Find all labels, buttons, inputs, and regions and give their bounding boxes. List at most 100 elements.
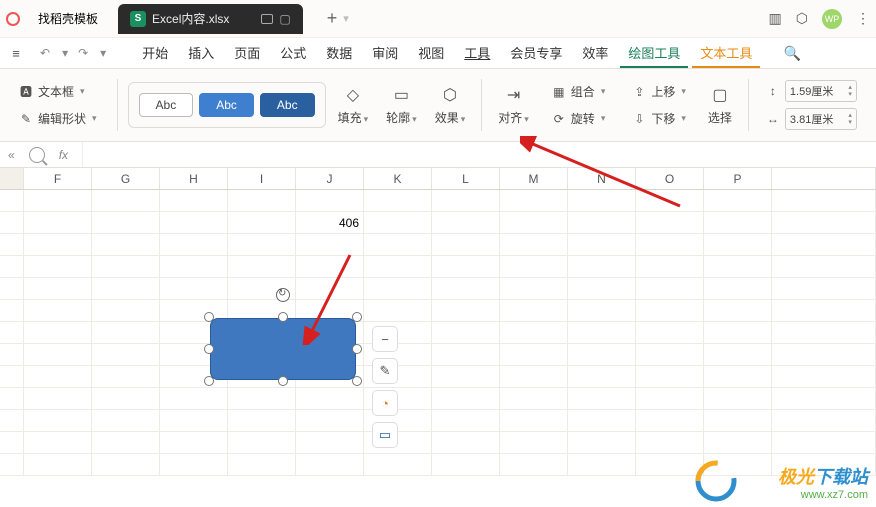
menu-data[interactable]: 数据 <box>318 39 360 68</box>
col-F[interactable]: F <box>24 168 92 189</box>
menu-page[interactable]: 页面 <box>226 39 268 68</box>
width-value: 3.81厘米 <box>790 111 833 127</box>
align-button[interactable]: ⇥ 对齐▾ <box>492 83 535 128</box>
select-button[interactable]: ▢ 选择 <box>702 83 738 128</box>
fill-button[interactable]: ◇ 填充▾ <box>332 83 375 128</box>
chevron-down-icon: ▾ <box>92 113 97 124</box>
resize-handle-n[interactable] <box>278 312 288 322</box>
shape-mini-toolbar: − ✎ ◔ ▭ <box>372 326 398 448</box>
redo-button[interactable]: ↷ <box>74 46 92 60</box>
col-L[interactable]: L <box>432 168 500 189</box>
tab-label: 找稻壳模板 <box>38 10 98 27</box>
move-up-button[interactable]: ⇪ 上移▾ <box>627 81 690 102</box>
col-H[interactable]: H <box>160 168 228 189</box>
resize-handle-w[interactable] <box>204 344 214 354</box>
formula-input[interactable] <box>82 142 868 167</box>
menubar: ≡ ↶▾ ↷▾ 开始 插入 页面 公式 数据 审阅 视图 工具 会员专享 效率 … <box>0 38 876 68</box>
outline-label: 轮廓 <box>386 111 410 125</box>
menu-text-tools[interactable]: 文本工具 <box>692 39 760 68</box>
col-P[interactable]: P <box>704 168 772 189</box>
height-value: 1.59厘米 <box>790 83 833 99</box>
tab-document[interactable]: S Excel内容.xlsx ▢ <box>118 4 303 34</box>
edit-shape-button[interactable]: ✎ 编辑形状 ▾ <box>14 108 101 129</box>
col-K[interactable]: K <box>364 168 432 189</box>
rounded-rectangle-shape[interactable] <box>210 318 356 380</box>
menu-review[interactable]: 审阅 <box>364 39 406 68</box>
menu-efficiency[interactable]: 效率 <box>574 39 616 68</box>
shape-style-gallery[interactable]: Abc Abc Abc <box>128 82 326 128</box>
panel-icon[interactable]: ▥ <box>769 10 782 27</box>
mini-fill-button[interactable]: ◔ <box>372 390 398 416</box>
col-N[interactable]: N <box>568 168 636 189</box>
resize-handle-ne[interactable] <box>352 312 362 322</box>
menu-tabs: 开始 插入 页面 公式 数据 审阅 视图 工具 会员专享 效率 绘图工具 文本工… <box>134 39 760 68</box>
move-down-label: 下移 <box>651 110 675 127</box>
spreadsheet-icon: S <box>130 11 146 27</box>
resize-handle-e[interactable] <box>352 344 362 354</box>
align-icon: ⇥ <box>504 85 524 105</box>
cell-J[interactable]: 406 <box>296 212 364 233</box>
menu-tools[interactable]: 工具 <box>456 39 498 68</box>
monitor-icon <box>261 14 273 24</box>
mini-edit-button[interactable]: ✎ <box>372 358 398 384</box>
width-input[interactable]: 3.81厘米 ▴▾ <box>785 108 857 130</box>
col-end[interactable] <box>772 168 876 189</box>
ribbon-arrange-group: ▦ 组合▾ ⟳ 旋转▾ <box>541 81 616 129</box>
height-input[interactable]: 1.59厘米 ▴▾ <box>785 80 857 102</box>
style-preset-1[interactable]: Abc <box>139 93 194 117</box>
resize-handle-nw[interactable] <box>204 312 214 322</box>
collapse-button[interactable]: « <box>8 148 15 162</box>
mini-minus-button[interactable]: − <box>372 326 398 352</box>
tab-templates[interactable]: 找稻壳模板 <box>26 4 110 34</box>
outline-button[interactable]: ▭ 轮廓▾ <box>380 83 423 128</box>
new-tab-button[interactable]: + <box>327 8 338 29</box>
resize-handle-s[interactable] <box>278 376 288 386</box>
col-I[interactable]: I <box>228 168 296 189</box>
menu-member[interactable]: 会员专享 <box>502 39 570 68</box>
package-icon[interactable]: ⬡ <box>796 10 808 27</box>
column-headers: F G H I J K L M N O P <box>0 168 876 190</box>
style-preset-3[interactable]: Abc <box>260 93 315 117</box>
ribbon-textbox-group: 🅰 文本框 ▾ ✎ 编辑形状 ▾ <box>8 81 107 129</box>
move-down-button[interactable]: ⇩ 下移▾ <box>627 108 690 129</box>
undo-dropdown[interactable]: ▾ <box>58 46 72 60</box>
spreadsheet-grid[interactable]: F G H I J K L M N O P 406 <box>0 168 876 476</box>
resize-handle-sw[interactable] <box>204 376 214 386</box>
undo-button[interactable]: ↶ <box>36 46 54 60</box>
name-box-search-icon[interactable] <box>29 147 45 163</box>
group-button[interactable]: ▦ 组合▾ <box>547 81 610 102</box>
col-G[interactable]: G <box>92 168 160 189</box>
redo-dropdown[interactable]: ▾ <box>96 46 110 60</box>
group-label: 组合 <box>571 83 595 100</box>
rotate-button[interactable]: ⟳ 旋转▾ <box>547 108 610 129</box>
formula-bar: « fx <box>0 142 876 168</box>
menu-start[interactable]: 开始 <box>134 39 176 68</box>
move-up-icon: ⇪ <box>631 84 647 100</box>
mini-outline-button[interactable]: ▭ <box>372 422 398 448</box>
textbox-label: 文本框 <box>38 83 74 100</box>
rotate-handle[interactable] <box>276 288 290 302</box>
home-icon[interactable]: ≡ <box>6 43 26 63</box>
corner-cell[interactable] <box>0 168 24 189</box>
style-preset-2[interactable]: Abc <box>199 93 254 117</box>
resize-handle-se[interactable] <box>352 376 362 386</box>
selected-shape[interactable] <box>210 318 356 380</box>
search-icon[interactable]: 🔍 <box>784 45 800 61</box>
menu-insert[interactable]: 插入 <box>180 39 222 68</box>
more-menu-icon[interactable]: ⋮ <box>856 10 870 27</box>
titlebar: 找稻壳模板 S Excel内容.xlsx ▢ + ▾ ▥ ⬡ WP ⋮ <box>0 0 876 38</box>
col-J[interactable]: J <box>296 168 364 189</box>
user-avatar[interactable]: WP <box>822 9 842 29</box>
move-down-icon: ⇩ <box>631 111 647 127</box>
fx-label[interactable]: fx <box>59 148 68 162</box>
fill-label: 填充 <box>338 111 362 125</box>
textbox-button[interactable]: 🅰 文本框 ▾ <box>14 81 101 102</box>
col-O[interactable]: O <box>636 168 704 189</box>
tab-dropdown[interactable]: ▾ <box>343 12 349 25</box>
effect-button[interactable]: ⬡ 效果▾ <box>429 83 472 128</box>
menu-formula[interactable]: 公式 <box>272 39 314 68</box>
col-M[interactable]: M <box>500 168 568 189</box>
menu-view[interactable]: 视图 <box>410 39 452 68</box>
menu-drawing-tools[interactable]: 绘图工具 <box>620 39 688 68</box>
height-icon: ↕ <box>765 83 781 99</box>
